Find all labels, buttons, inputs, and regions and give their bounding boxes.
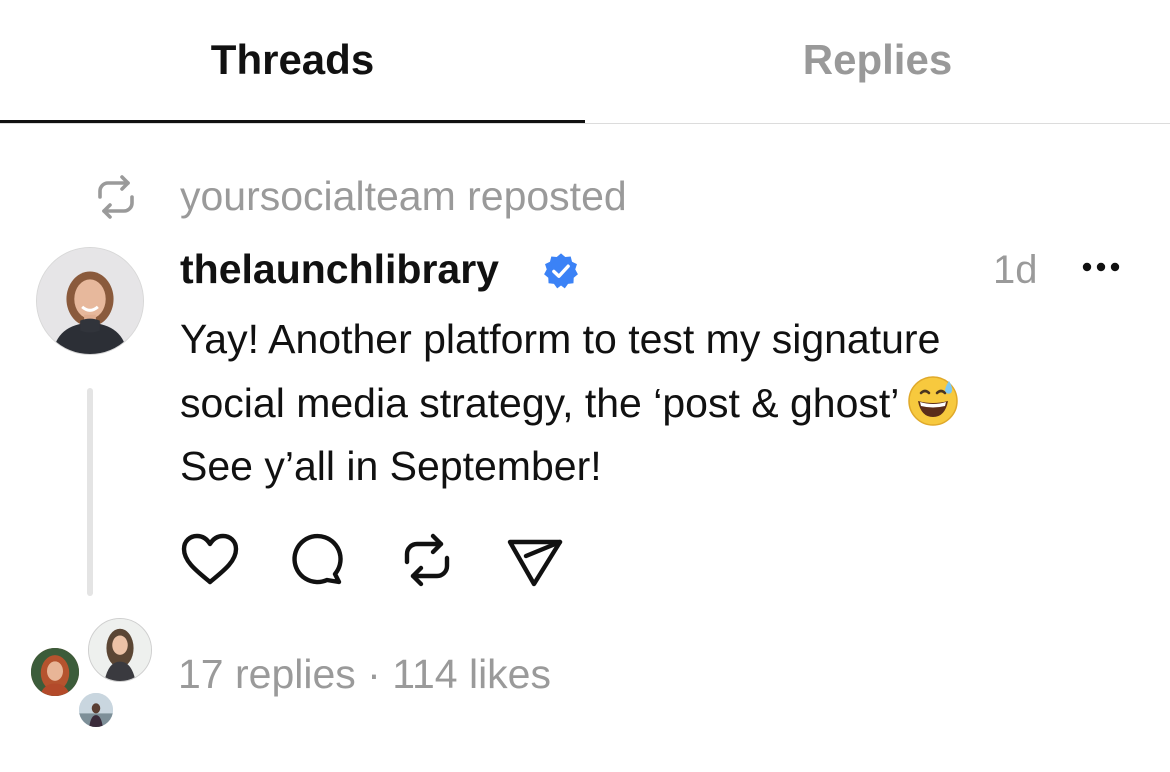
tab-threads[interactable]: Threads: [0, 0, 585, 123]
comment-icon[interactable]: [285, 528, 349, 592]
tab-bar: Threads Replies: [0, 0, 1170, 124]
replier-avatar-image: [89, 619, 151, 681]
heart-icon[interactable]: [178, 528, 242, 592]
replier-avatar[interactable]: [28, 645, 82, 699]
replier-avatar[interactable]: [88, 618, 152, 682]
thread-line: [87, 388, 93, 596]
avatar[interactable]: [36, 247, 144, 355]
repost-action-icon[interactable]: [395, 528, 459, 592]
post-line: Yay! Another platform to test my signatu…: [180, 316, 941, 362]
tab-replies[interactable]: Replies: [585, 0, 1170, 123]
replier-avatar[interactable]: [76, 690, 116, 730]
timestamp: 1d: [993, 248, 1038, 292]
active-tab-indicator: [0, 120, 585, 123]
replier-avatar-image: [31, 648, 79, 696]
repost-icon: [98, 175, 134, 219]
username[interactable]: thelaunchlibrary: [180, 244, 499, 294]
post-text: Yay! Another platform to test my signatu…: [180, 308, 1120, 499]
more-options-icon[interactable]: [1080, 258, 1122, 276]
grinning-sweat-emoji-icon: [908, 375, 959, 426]
repost-label[interactable]: yoursocialteam reposted: [180, 172, 627, 220]
post-line: See y’all in September!: [180, 443, 602, 489]
post-line-with-emoji: social media strategy, the ‘post & ghost…: [180, 372, 1120, 436]
replier-avatar-image: [79, 693, 113, 727]
verified-badge-icon: [544, 253, 578, 289]
post-line: social media strategy, the ‘post & ghost…: [180, 379, 900, 426]
post-stats[interactable]: 17 replies · 114 likes: [178, 650, 551, 698]
avatar-image: [37, 248, 143, 354]
share-icon[interactable]: [502, 528, 566, 592]
